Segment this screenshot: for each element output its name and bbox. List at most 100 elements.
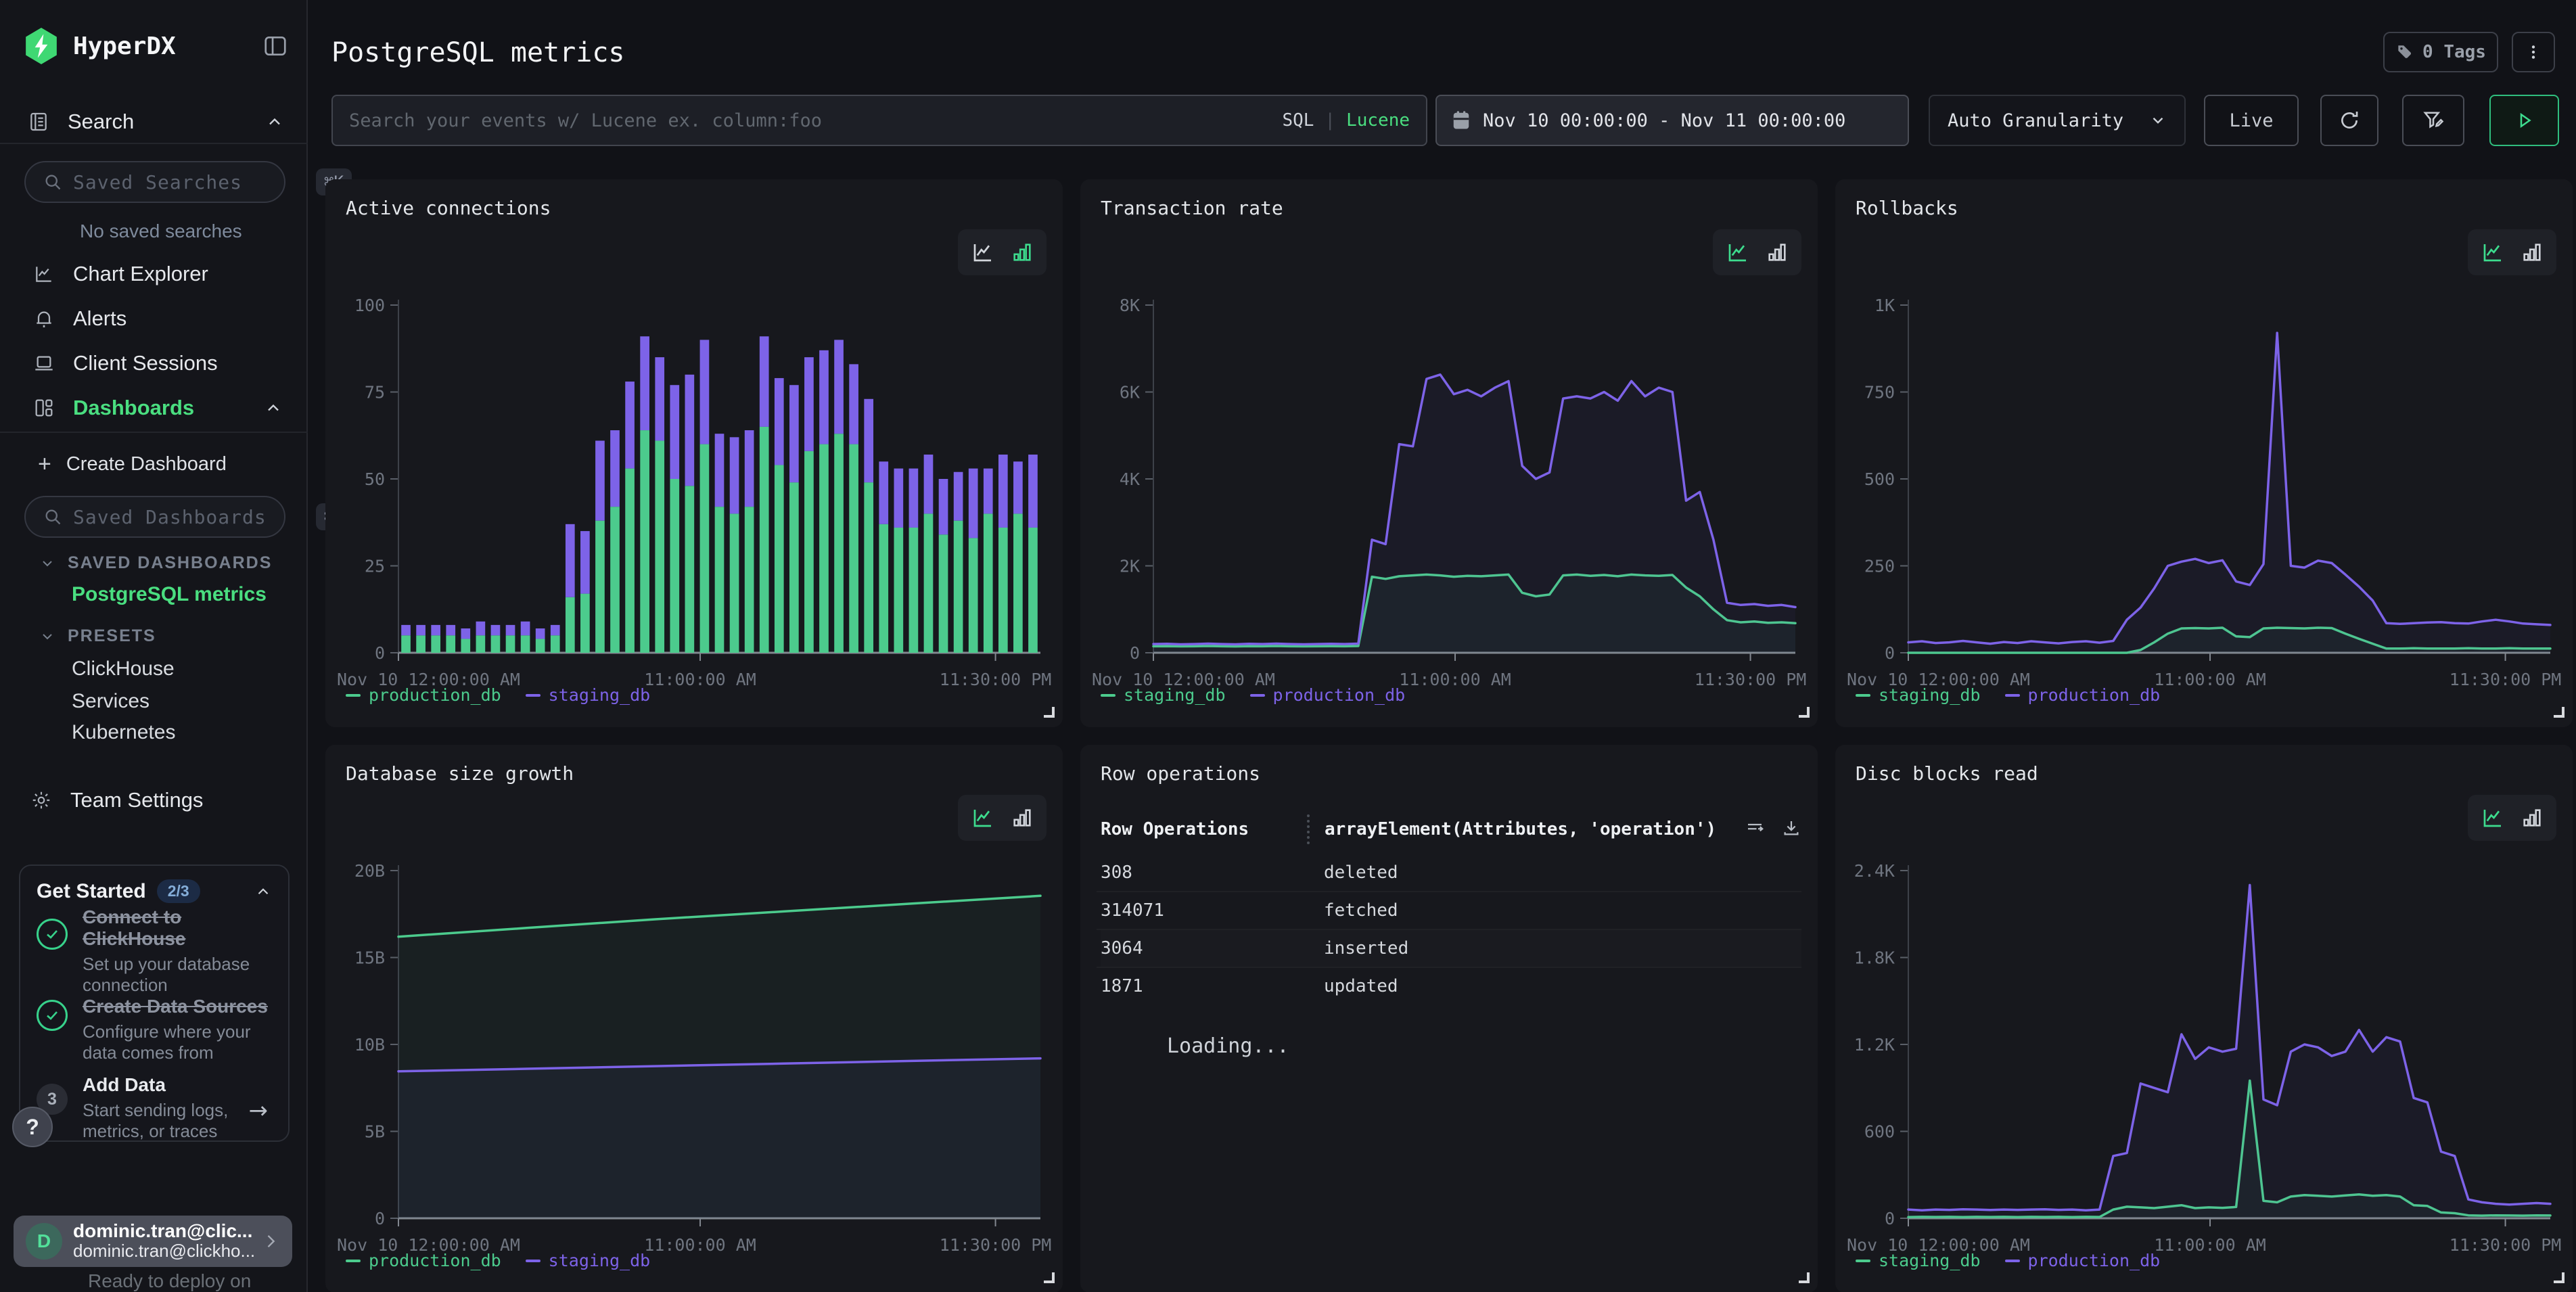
sidebar-item-client-sessions[interactable]: Client Sessions [32, 341, 283, 386]
sql-mode-toggle[interactable]: SQL [1282, 110, 1314, 131]
resize-handle[interactable] [1799, 1272, 1810, 1283]
help-button[interactable]: ? [12, 1107, 53, 1147]
tags-button[interactable]: 0 Tags [2383, 32, 2498, 72]
app-window: HyperDX Search ⌘K No saved searches [0, 0, 2576, 1292]
legend-item[interactable]: production_db [346, 1251, 501, 1270]
legend-swatch [1856, 694, 1870, 697]
svg-text:11:30:00 PM: 11:30:00 PM [2450, 1235, 2562, 1255]
get-started-header[interactable]: Get Started 2/3 [37, 879, 272, 903]
legend-label: staging_db [1879, 685, 1981, 705]
chart-canvas[interactable]: 1K7505002500Nov 10 12:00:00 AM11:00:00 A… [1845, 294, 2562, 700]
saved-dashboards-search[interactable]: ⌘K [24, 496, 285, 538]
legend-item[interactable]: production_db [2005, 1251, 2161, 1270]
check-circle-icon [37, 919, 68, 950]
no-saved-searches-text: No saved searches [80, 221, 242, 242]
saved-dashboards-section-header[interactable]: SAVED DASHBOARDS [39, 553, 272, 573]
legend-swatch [346, 1260, 361, 1262]
sidebar-item-kubernetes[interactable]: Kubernetes [72, 721, 175, 744]
table-column-header[interactable]: Row Operations [1101, 819, 1307, 839]
sidebar-item-services[interactable]: Services [72, 690, 150, 713]
resize-handle[interactable] [2554, 707, 2564, 718]
play-icon [2514, 110, 2535, 131]
legend-item[interactable]: staging_db [1856, 685, 1981, 705]
bar-chart-icon[interactable] [1764, 239, 1790, 265]
lucene-mode-toggle[interactable]: Lucene [1346, 110, 1410, 131]
line-chart-icon[interactable] [2480, 805, 2506, 831]
download-icon[interactable] [1781, 818, 1801, 841]
column-resize-handle[interactable] [1307, 814, 1310, 844]
resize-handle[interactable] [1044, 1272, 1055, 1283]
user-menu[interactable]: D dominic.tran@clic... dominic.tran@clic… [14, 1216, 292, 1267]
event-search-bar[interactable]: SQL | Lucene [331, 95, 1427, 146]
sidebar-item-search[interactable]: Search [27, 101, 284, 142]
legend-item[interactable]: staging_db [526, 1251, 651, 1270]
line-chart-icon[interactable] [2480, 239, 2506, 265]
get-started-item[interactable]: Connect to ClickHouse Set up your databa… [83, 906, 272, 996]
chart-canvas[interactable]: 20B15B10B5B0Nov 10 12:00:00 AM11:00:00 A… [336, 860, 1053, 1266]
svg-text:11:30:00 PM: 11:30:00 PM [940, 1235, 1052, 1255]
line-chart-icon[interactable] [970, 805, 996, 831]
svg-text:11:00:00 AM: 11:00:00 AM [2154, 1235, 2266, 1255]
get-started-item[interactable]: Create Data Sources Configure where your… [83, 996, 279, 1063]
legend-item[interactable]: staging_db [526, 685, 651, 705]
legend-item[interactable]: production_db [346, 685, 501, 705]
chart-card-database-size-growth: Database size growth 20B15B10B5B0Nov 10 … [325, 745, 1063, 1292]
sidebar-item-clickhouse[interactable]: ClickHouse [72, 657, 175, 680]
refresh-icon [2338, 109, 2361, 132]
legend-item[interactable]: staging_db [1856, 1251, 1981, 1270]
chart-type-toggle [2468, 795, 2556, 841]
tags-label: 0 Tags [2422, 42, 2486, 62]
saved-dashboards-input[interactable] [73, 497, 316, 536]
refresh-button[interactable] [2320, 95, 2378, 146]
sidebar-item-alerts[interactable]: Alerts [32, 296, 283, 341]
plus-icon: + [38, 451, 51, 478]
get-started-item[interactable]: Add Data Start sending logs, metrics, or… [83, 1074, 252, 1142]
resize-handle[interactable] [2554, 1272, 2564, 1283]
bar-chart-icon[interactable] [1009, 239, 1035, 265]
more-options-button[interactable] [2512, 32, 2555, 72]
legend-item[interactable]: production_db [1250, 685, 1406, 705]
bar-chart-icon[interactable] [1009, 805, 1035, 831]
create-dashboard-button[interactable]: + Create Dashboard [38, 445, 281, 483]
table-row[interactable]: 1871 updated [1101, 968, 1801, 1005]
svg-text:2K: 2K [1120, 557, 1140, 576]
bar-chart-icon[interactable] [2519, 805, 2545, 831]
table-column-header[interactable]: arrayElement(Attributes, 'operation') [1325, 819, 1745, 839]
sidebar-item-chart-explorer[interactable]: Chart Explorer [32, 252, 283, 296]
line-chart-icon[interactable] [1725, 239, 1751, 265]
table-row[interactable]: 308 deleted [1101, 854, 1801, 891]
run-query-button[interactable] [2489, 95, 2559, 146]
task-title: Add Data [83, 1074, 252, 1096]
collapse-sidebar-icon[interactable] [262, 33, 288, 59]
svg-text:0: 0 [375, 1209, 385, 1228]
task-title: Create Data Sources [83, 996, 279, 1017]
granularity-select[interactable]: Auto Granularity [1929, 95, 2186, 146]
resize-handle[interactable] [1799, 707, 1810, 718]
bar-chart-icon[interactable] [2519, 239, 2545, 265]
sidebar-item-team-settings[interactable]: Team Settings [30, 779, 284, 821]
presets-section-header[interactable]: PRESETS [39, 626, 156, 646]
line-chart-icon[interactable] [970, 239, 996, 265]
autosize-columns-icon[interactable] [1745, 818, 1765, 841]
legend-item[interactable]: staging_db [1101, 685, 1226, 705]
saved-searches-input[interactable] [73, 162, 316, 202]
table-row[interactable]: 3064 inserted [1101, 930, 1801, 967]
legend-item[interactable]: production_db [2005, 685, 2161, 705]
date-range-picker[interactable]: Nov 10 00:00:00 - Nov 11 00:00:00 [1435, 95, 1909, 146]
svg-text:6K: 6K [1120, 383, 1140, 402]
sidebar-item-dashboards[interactable]: Dashboards [32, 386, 283, 430]
live-button[interactable]: Live [2204, 95, 2299, 146]
logo-row: HyperDX [24, 26, 288, 66]
resize-handle[interactable] [1044, 707, 1055, 718]
dashboards-icon [32, 396, 55, 419]
sidebar-item-postgresql-metrics[interactable]: PostgreSQL metrics [72, 583, 267, 606]
saved-searches-search[interactable]: ⌘K [24, 161, 285, 203]
event-search-input[interactable] [349, 110, 1282, 131]
chart-canvas[interactable]: 1007550250Nov 10 12:00:00 AM11:00:00 AM1… [336, 294, 1053, 700]
table-row[interactable]: 314071 fetched [1101, 892, 1801, 929]
chart-canvas[interactable]: 2.4K1.8K1.2K6000Nov 10 12:00:00 AM11:00:… [1845, 860, 2562, 1266]
legend-label: production_db [369, 685, 501, 705]
chart-canvas[interactable]: 8K6K4K2K0Nov 10 12:00:00 AM11:00:00 AM11… [1090, 294, 1808, 700]
sidebar-item-label: Search [68, 110, 134, 134]
filter-button[interactable] [2402, 95, 2464, 146]
